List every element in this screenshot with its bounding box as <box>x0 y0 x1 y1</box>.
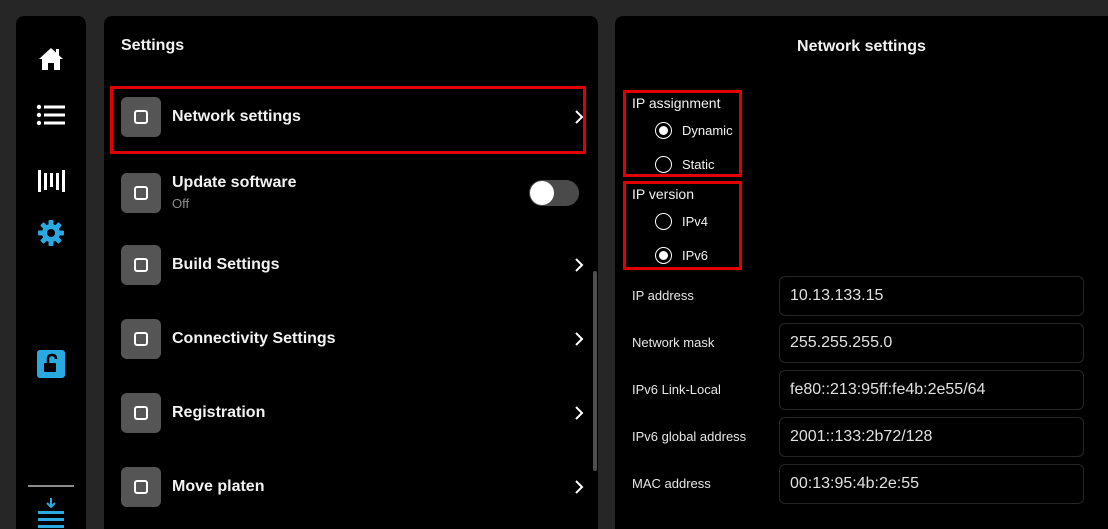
field-label: MAC address <box>632 476 711 491</box>
highlight-box <box>110 86 586 154</box>
highlight-box <box>623 90 742 177</box>
field-ip-address: IP address 10.13.133.15 <box>615 276 1108 318</box>
chevron-right-icon <box>575 480 584 494</box>
field-network-mask: Network mask 255.255.255.0 <box>615 323 1108 365</box>
ip-address-input[interactable]: 10.13.133.15 <box>779 276 1084 316</box>
list-icon[interactable] <box>16 104 86 126</box>
item-icon <box>121 467 161 507</box>
item-sublabel: Off <box>172 196 190 211</box>
settings-item-update-software[interactable]: Update software Off <box>104 163 598 223</box>
field-label: IPv6 global address <box>632 429 747 444</box>
network-settings-panel: Network settings IP assignment Dynamic S… <box>615 16 1108 529</box>
network-title: Network settings <box>797 38 926 55</box>
gear-icon[interactable] <box>16 218 86 248</box>
field-ipv6-link-local: IPv6 Link-Local fe80::213:95ff:fe4b:2e55… <box>615 370 1108 412</box>
mac-address-input[interactable]: 00:13:95:4b:2e:55 <box>779 464 1084 504</box>
network-mask-input[interactable]: 255.255.255.0 <box>779 323 1084 363</box>
home-icon[interactable] <box>16 46 86 72</box>
field-label: IP address <box>632 288 694 303</box>
settings-item-move-platen[interactable]: Move platen <box>104 457 598 517</box>
item-label: Update software <box>172 174 297 191</box>
settings-item-connectivity[interactable]: Connectivity Settings <box>104 309 598 369</box>
ipv6-link-local-input[interactable]: fe80::213:95ff:fe4b:2e55/64 <box>779 370 1084 410</box>
download-icon[interactable] <box>16 496 86 528</box>
chevron-right-icon <box>575 258 584 272</box>
item-icon <box>121 245 161 285</box>
field-label: Network mask <box>632 335 715 350</box>
field-ipv6-global: IPv6 global address 2001::133:2b72/128 <box>615 417 1108 459</box>
item-label: Build Settings <box>172 256 280 273</box>
settings-item-build[interactable]: Build Settings <box>104 235 598 295</box>
ipv6-global-input[interactable]: 2001::133:2b72/128 <box>779 417 1084 457</box>
item-icon <box>121 173 161 213</box>
item-label: Registration <box>172 404 266 421</box>
item-label: Connectivity Settings <box>172 330 336 347</box>
highlight-box <box>623 181 742 270</box>
settings-title: Settings <box>121 37 185 54</box>
settings-item-registration[interactable]: Registration <box>104 383 598 443</box>
chevron-right-icon <box>575 332 584 346</box>
settings-panel: Settings Network settings Update softwar… <box>104 16 598 529</box>
field-label: IPv6 Link-Local <box>632 382 721 397</box>
jobs-icon[interactable] <box>16 166 86 196</box>
item-label: Move platen <box>172 478 265 495</box>
chevron-right-icon <box>575 406 584 420</box>
field-mac-address: MAC address 00:13:95:4b:2e:55 <box>615 464 1108 506</box>
unlock-icon[interactable] <box>16 350 86 378</box>
update-software-toggle[interactable] <box>529 180 579 206</box>
rail-divider <box>28 485 74 487</box>
item-icon <box>121 319 161 359</box>
scrollbar[interactable] <box>593 271 597 471</box>
item-icon <box>121 393 161 433</box>
nav-rail <box>16 16 86 529</box>
